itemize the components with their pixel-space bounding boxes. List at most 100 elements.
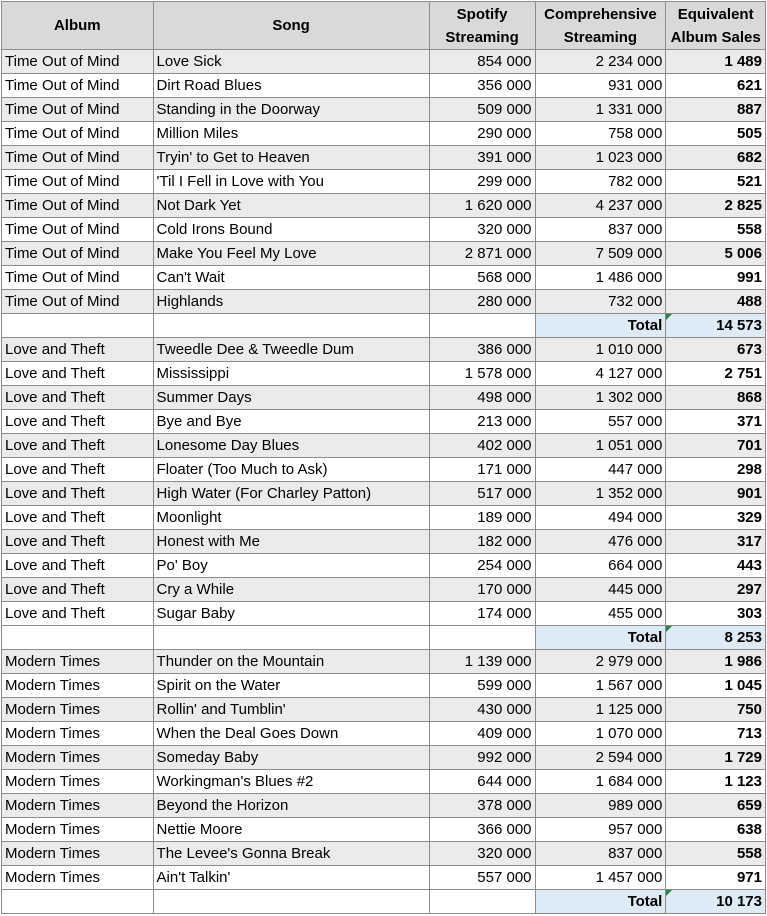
empty-cell (428, 889, 536, 914)
equivalent-album-sales-cell: 868 (665, 385, 766, 410)
song-cell: Cry a While (152, 577, 430, 602)
table-row: Love and Theft Summer Days 498 000 1 302 00… (1, 385, 766, 410)
song-cell: When the Deal Goes Down (152, 721, 430, 746)
song-cell: Ain't Talkin' (152, 865, 430, 890)
spotify-streaming-cell: 1 620 000 (428, 193, 536, 218)
spotify-streaming-cell: 509 000 (428, 97, 536, 122)
total-value-text: 8 253 (724, 629, 762, 646)
comprehensive-streaming-cell: 1 567 000 (534, 673, 667, 698)
album-cell: Love and Theft (1, 457, 154, 482)
table-row: Time Out of Mind Cold Irons Bound 320 000 8… (1, 217, 766, 242)
header-equivalent-album-sales: Equivalent Album Sales (665, 1, 766, 50)
album-cell: Modern Times (1, 649, 154, 674)
formula-indicator-icon (666, 314, 673, 320)
album-cell: Love and Theft (1, 505, 154, 530)
spotify-streaming-cell: 992 000 (428, 745, 536, 770)
table-row: Time Out of Mind Dirt Road Blues 356 000 93… (1, 73, 766, 98)
table-row: Modern Times When the Deal Goes Down 409 0… (1, 721, 766, 746)
comprehensive-streaming-cell: 455 000 (534, 601, 667, 626)
spotify-streaming-cell: 1 578 000 (428, 361, 536, 386)
spotify-streaming-cell: 498 000 (428, 385, 536, 410)
album-cell: Love and Theft (1, 577, 154, 602)
spotify-streaming-cell: 213 000 (428, 409, 536, 434)
header-eas-line2: Album Sales (670, 28, 761, 46)
table-body: Time Out of Mind Love Sick 854 000 2 234 00… (1, 49, 766, 914)
album-cell: Time Out of Mind (1, 73, 154, 98)
comprehensive-streaming-cell: 1 125 000 (534, 697, 667, 722)
song-cell: Tweedle Dee & Tweedle Dum (152, 337, 430, 362)
table-row: Modern Times The Levee's Gonna Break 320 0… (1, 841, 766, 866)
spotify-streaming-cell: 170 000 (428, 577, 536, 602)
equivalent-album-sales-cell: 901 (665, 481, 766, 506)
total-value-text: 10 173 (716, 893, 762, 910)
song-cell: Love Sick (152, 49, 430, 74)
empty-cell (1, 889, 154, 914)
equivalent-album-sales-cell: 558 (665, 841, 766, 866)
song-cell: 'Til I Fell in Love with You (152, 169, 430, 194)
song-cell: Highlands (152, 289, 430, 314)
song-cell: Moonlight (152, 505, 430, 530)
empty-cell (152, 313, 430, 338)
album-cell: Modern Times (1, 769, 154, 794)
equivalent-album-sales-cell: 638 (665, 817, 766, 842)
table-row: Time Out of Mind Love Sick 854 000 2 234 00… (1, 49, 766, 74)
album-cell: Time Out of Mind (1, 121, 154, 146)
header-eas-line1: Equivalent (677, 5, 754, 23)
album-cell: Time Out of Mind (1, 169, 154, 194)
total-value: 14 573 (665, 313, 766, 338)
table-row: Love and Theft Honest with Me 182 000 476 0… (1, 529, 766, 554)
song-cell: Beyond the Horizon (152, 793, 430, 818)
album-cell: Love and Theft (1, 529, 154, 554)
song-cell: Rollin' and Tumblin' (152, 697, 430, 722)
equivalent-album-sales-cell: 2 825 (665, 193, 766, 218)
formula-indicator-icon (666, 626, 673, 632)
formula-indicator-icon (666, 890, 673, 896)
equivalent-album-sales-cell: 659 (665, 793, 766, 818)
spotify-streaming-cell: 402 000 (428, 433, 536, 458)
album-cell: Time Out of Mind (1, 145, 154, 170)
song-cell: Million Miles (152, 121, 430, 146)
song-cell: Dirt Road Blues (152, 73, 430, 98)
spotify-streaming-cell: 386 000 (428, 337, 536, 362)
comprehensive-streaming-cell: 1 684 000 (534, 769, 667, 794)
total-value: 8 253 (665, 625, 766, 650)
table-row: Time Out of Mind Million Miles 290 000 758 … (1, 121, 766, 146)
album-cell: Love and Theft (1, 601, 154, 626)
spotify-streaming-cell: 290 000 (428, 121, 536, 146)
spotify-streaming-cell: 854 000 (428, 49, 536, 74)
comprehensive-streaming-cell: 1 010 000 (534, 337, 667, 362)
comprehensive-streaming-cell: 1 070 000 (534, 721, 667, 746)
table-row: Modern Times Nettie Moore 366 000 957 000 63… (1, 817, 766, 842)
comprehensive-streaming-cell: 1 457 000 (534, 865, 667, 890)
song-cell: Standing in the Doorway (152, 97, 430, 122)
album-cell: Modern Times (1, 841, 154, 866)
comprehensive-streaming-cell: 2 594 000 (534, 745, 667, 770)
table-row: Modern Times Someday Baby 992 000 2 594 000… (1, 745, 766, 770)
spotify-streaming-cell: 568 000 (428, 265, 536, 290)
album-cell: Time Out of Mind (1, 265, 154, 290)
comprehensive-streaming-cell: 476 000 (534, 529, 667, 554)
album-cell: Time Out of Mind (1, 49, 154, 74)
equivalent-album-sales-cell: 303 (665, 601, 766, 626)
total-value-text: 14 573 (716, 317, 762, 334)
header-album: Album (1, 1, 154, 50)
album-cell: Modern Times (1, 817, 154, 842)
comprehensive-streaming-cell: 732 000 (534, 289, 667, 314)
comprehensive-streaming-cell: 557 000 (534, 409, 667, 434)
table-row: Modern Times Beyond the Horizon 378 000 989… (1, 793, 766, 818)
table-row: Time Out of Mind Tryin' to Get to Heaven 3… (1, 145, 766, 170)
spotify-streaming-cell: 517 000 (428, 481, 536, 506)
total-row: Total 8 253 (1, 625, 766, 650)
streaming-table: Album Song Spotify Streaming Comprehensiv… (1, 1, 766, 914)
equivalent-album-sales-cell: 991 (665, 265, 766, 290)
table-row: Love and Theft Sugar Baby 174 000 455 000 30… (1, 601, 766, 626)
song-cell: Sugar Baby (152, 601, 430, 626)
album-cell: Time Out of Mind (1, 193, 154, 218)
song-cell: Summer Days (152, 385, 430, 410)
equivalent-album-sales-cell: 317 (665, 529, 766, 554)
table-row: Love and Theft Cry a While 170 000 445 000 2… (1, 577, 766, 602)
spotify-streaming-cell: 1 139 000 (428, 649, 536, 674)
comprehensive-streaming-cell: 782 000 (534, 169, 667, 194)
table-row: Love and Theft High Water (For Charley Pa… (1, 481, 766, 506)
song-cell: Thunder on the Mountain (152, 649, 430, 674)
